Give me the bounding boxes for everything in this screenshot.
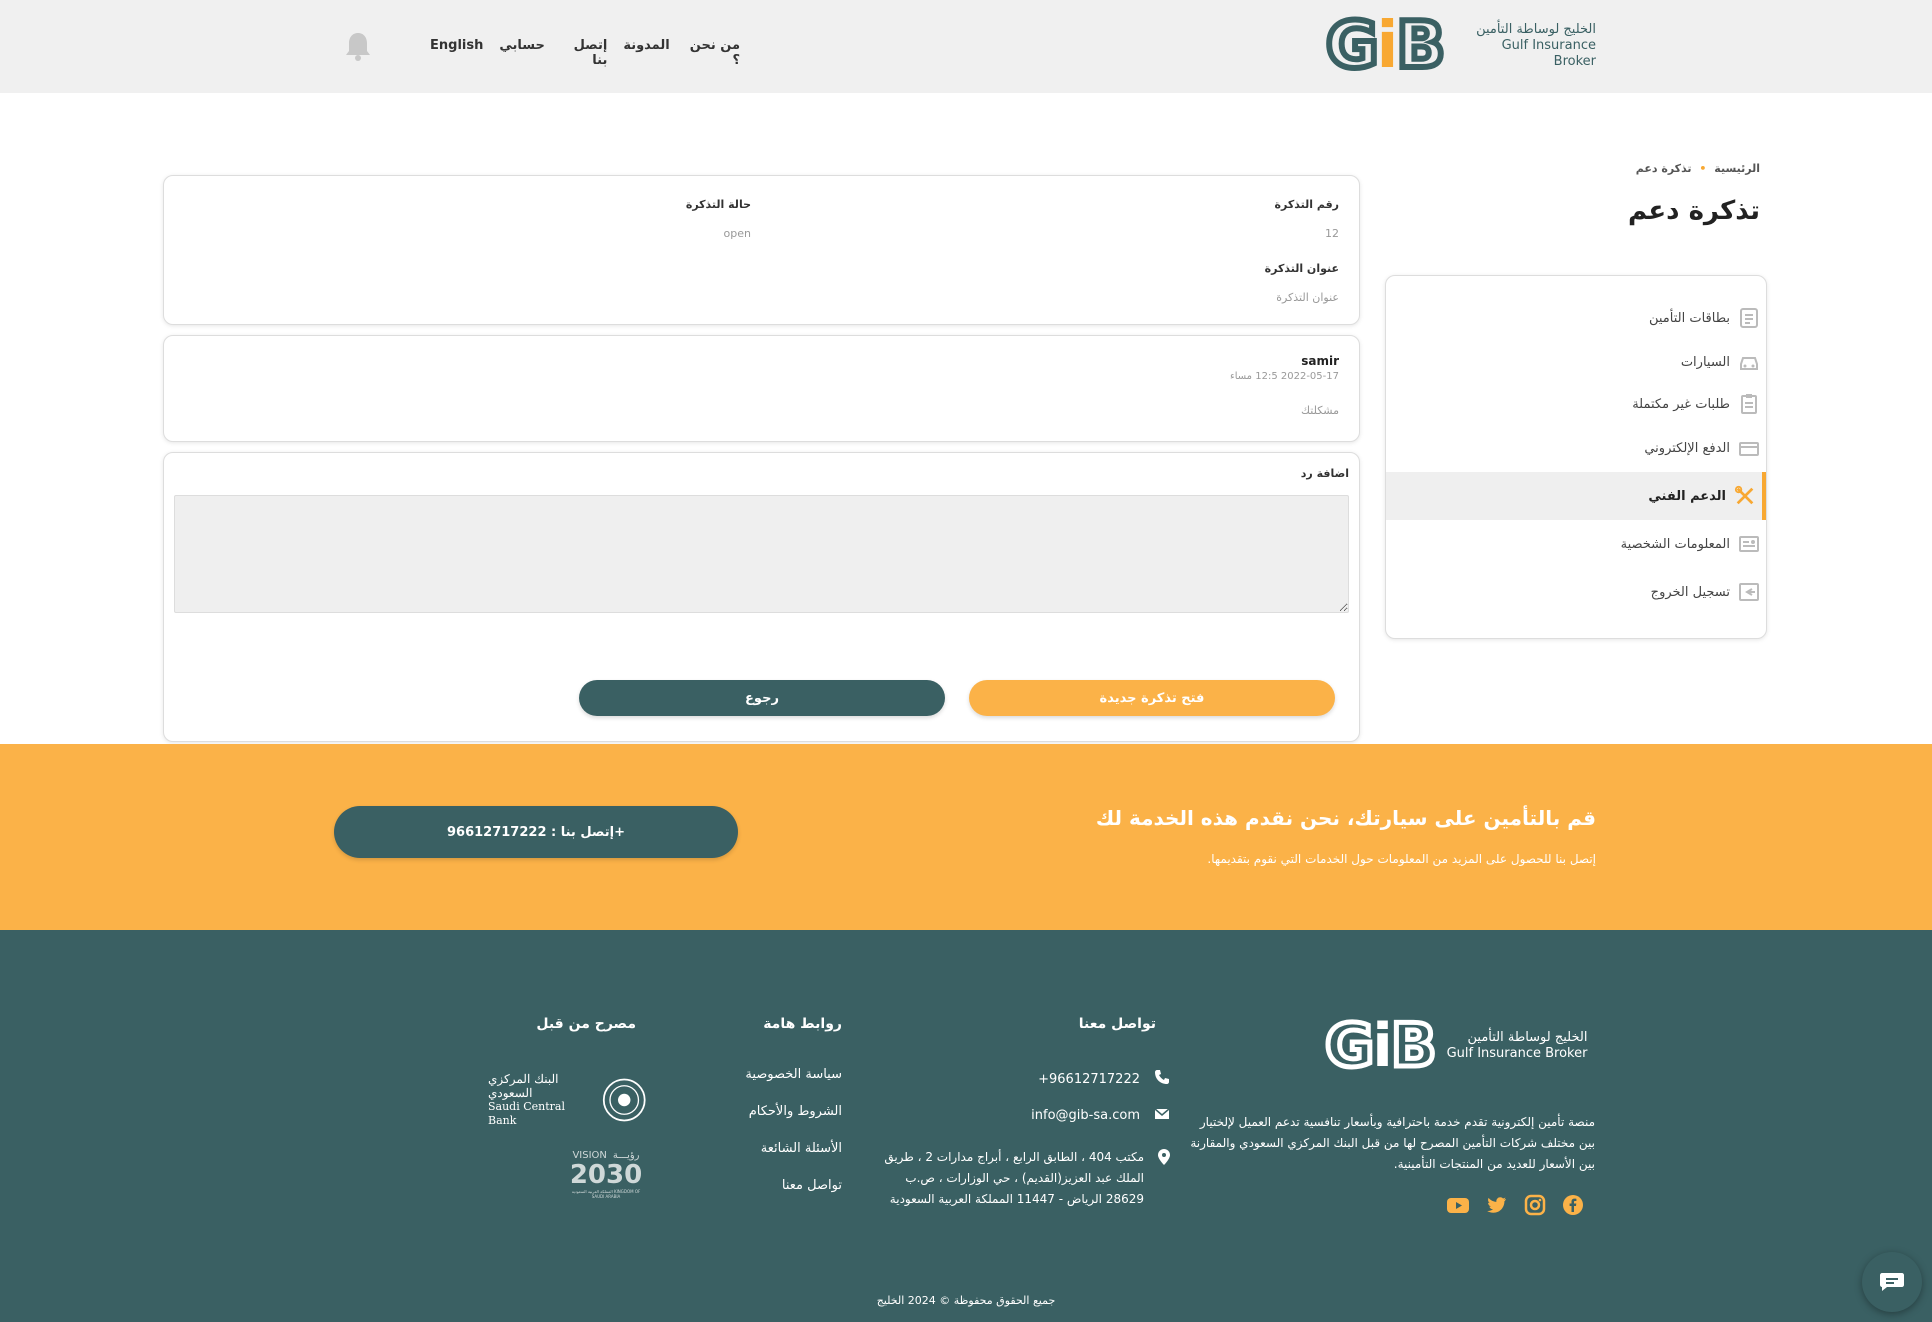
back-button[interactable]: رجوع xyxy=(579,680,945,716)
logo-mark: GiB xyxy=(1323,9,1448,83)
instagram-icon[interactable] xyxy=(1524,1194,1546,1218)
ticket-number-label: رقم التذكرة xyxy=(1274,198,1339,211)
sidebar-item-label: المعلومات الشخصية xyxy=(1620,536,1730,552)
open-new-ticket-button[interactable]: فتح تذكرة جديدة xyxy=(969,680,1335,716)
message-timestamp: 2022-05-17 12:5 مساء xyxy=(1230,371,1339,382)
ticket-info-card: رقم التذكرة 12 حالة التذكرة open عنوان ا… xyxy=(163,175,1360,325)
contact-email[interactable]: info@gib-sa.com xyxy=(880,1104,1170,1126)
nav-account[interactable]: حسابي xyxy=(499,38,545,68)
sama-emblem-icon xyxy=(602,1078,646,1122)
link-terms[interactable]: الشروط والأحكام xyxy=(700,1104,842,1119)
link-faq[interactable]: الأسئلة الشائعة xyxy=(700,1141,842,1156)
sidebar-item-technical-support[interactable]: الدعم الفني xyxy=(1386,472,1766,520)
sama-text: البنك المركزي السعودي Saudi Central Bank xyxy=(488,1072,594,1128)
tools-icon xyxy=(1734,485,1756,507)
sidebar-item-logout[interactable]: تسجيل الخروج xyxy=(1386,568,1766,616)
message-text: مشكلتك xyxy=(1300,404,1339,417)
sidebar-item-label: السيارات xyxy=(1680,354,1730,370)
sidebar-item-incomplete-requests[interactable]: طلبات غير مكتملة xyxy=(1386,380,1766,428)
nav-contact[interactable]: إتصل بنا xyxy=(561,38,608,68)
account-sidebar: بطاقات التأمين السيارات طلبات غير مكتملة… xyxy=(1385,275,1767,639)
contact-email-text: info@gib-sa.com xyxy=(1031,1107,1140,1123)
sama-name-en: Saudi Central Bank xyxy=(488,1100,565,1127)
car-icon xyxy=(1738,351,1760,373)
vision-2030-logo: VISION رؤيـــة 2030 المملكة العربية السع… xyxy=(566,1150,646,1206)
links-title: روابط هامة xyxy=(763,1016,842,1032)
breadcrumb-separator: • xyxy=(1699,162,1707,175)
licensed-title: مصرح من قبل xyxy=(536,1016,636,1032)
breadcrumb-home[interactable]: الرئيسية xyxy=(1714,162,1760,175)
brand-name-en: Gulf Insurance Broker xyxy=(1501,38,1596,69)
chat-widget-button[interactable] xyxy=(1862,1252,1922,1312)
nav-language[interactable]: English xyxy=(430,38,483,68)
cta-contact-button[interactable]: إتصل بنا : 96612717222+ xyxy=(334,806,738,858)
brand-logo[interactable]: GiB الخليج لوساطة التأمين Gulf Insurance… xyxy=(1323,9,1596,83)
ticket-status-label: حالة التذكرة xyxy=(685,198,751,211)
link-contact-us[interactable]: تواصل معنا xyxy=(700,1178,842,1193)
message-author: samir xyxy=(1301,354,1339,368)
main-nav: من نحن ؟ المدونة إتصل بنا حسابي English xyxy=(430,38,740,68)
vision-caption: المملكة العربية السعودية KINGDOM OF SAUD… xyxy=(571,1189,641,1199)
sidebar-item-insurance-cards[interactable]: بطاقات التأمين xyxy=(1386,294,1766,342)
reply-textarea[interactable] xyxy=(174,495,1349,613)
copyright: جميع الحقوق محفوظة © 2024 الخليج xyxy=(876,1294,1056,1307)
logo-text: الخليج لوساطة التأمين Gulf Insurance Bro… xyxy=(1455,22,1596,70)
brand-name-ar: الخليج لوساطة التأمين xyxy=(1476,22,1596,37)
card-icon xyxy=(1738,307,1760,329)
footer: GiB الخليج لوساطة التأمين Gulf Insurance… xyxy=(0,930,1932,1322)
vision-year: 2030 xyxy=(569,1160,643,1190)
sama-name-ar: البنك المركزي السعودي xyxy=(488,1072,559,1100)
footer-logo-text: الخليج لوساطة التأمين Gulf Insurance Bro… xyxy=(1447,1030,1588,1062)
phone-icon xyxy=(1154,1069,1170,1089)
sidebar-item-label: بطاقات التأمين xyxy=(1648,310,1730,326)
footer-about: منصة تأمين إلكترونية تقدم خدمة باحترافية… xyxy=(1190,1115,1595,1171)
contact-title: تواصل معنا xyxy=(1078,1016,1156,1032)
bell-icon[interactable] xyxy=(344,30,372,62)
payment-icon xyxy=(1738,437,1760,459)
cta-subtitle: إتصل بنا للحصول على المزيد من المعلومات … xyxy=(1207,852,1596,866)
sidebar-item-label: تسجيل الخروج xyxy=(1650,584,1730,600)
ticket-status-value: open xyxy=(723,227,751,240)
contact-address-text: مكتب 404 ، الطابق الرابع ، أبراج مدارات … xyxy=(884,1150,1144,1206)
breadcrumb-current: تذكرة دعم xyxy=(1635,162,1692,175)
page-title: تذكرة دعم xyxy=(1628,196,1760,226)
footer-brand-ar: الخليج لوساطة التأمين xyxy=(1467,1030,1588,1045)
link-privacy-policy[interactable]: سياسة الخصوصية xyxy=(700,1067,842,1082)
id-card-icon xyxy=(1738,533,1760,555)
reply-card: اضافة رد فتح تذكرة جديدة رجوع xyxy=(163,452,1360,742)
contact-phone[interactable]: +96612717222 xyxy=(880,1068,1170,1090)
cta-section: قم بالتأمين على سيارتك، نحن نقدم هذه الخ… xyxy=(0,744,1932,930)
header: GiB الخليج لوساطة التأمين Gulf Insurance… xyxy=(0,0,1932,93)
facebook-icon[interactable] xyxy=(1562,1194,1584,1218)
youtube-icon[interactable] xyxy=(1446,1194,1470,1218)
chat-icon xyxy=(1880,1273,1904,1291)
reply-label: اضافة رد xyxy=(1300,467,1349,480)
breadcrumb: الرئيسية • تذكرة دعم xyxy=(1560,162,1760,175)
sidebar-item-cars[interactable]: السيارات xyxy=(1386,338,1766,386)
nav-blog[interactable]: المدونة xyxy=(623,38,669,68)
footer-brand-en: Gulf Insurance Broker xyxy=(1446,1046,1588,1061)
twitter-icon[interactable] xyxy=(1486,1194,1508,1218)
sidebar-item-label: الدعم الفني xyxy=(1648,488,1726,504)
ticket-subject-label: عنوان التذكرة xyxy=(1264,262,1339,275)
ticket-number-value: 12 xyxy=(1325,227,1339,240)
sidebar-item-label: الدفع الإلكتروني xyxy=(1644,440,1730,456)
sidebar-item-label: طلبات غير مكتملة xyxy=(1632,396,1730,412)
sidebar-item-personal-info[interactable]: المعلومات الشخصية xyxy=(1386,520,1766,568)
sama-logo: البنك المركزي السعودي Saudi Central Bank xyxy=(488,1072,646,1128)
footer-logo-mark: GiB xyxy=(1322,1011,1439,1081)
location-pin-icon xyxy=(1158,1147,1170,1169)
logout-icon xyxy=(1738,581,1760,603)
email-icon xyxy=(1154,1106,1170,1125)
contact-address: مكتب 404 ، الطابق الرابع ، أبراج مدارات … xyxy=(868,1147,1170,1210)
message-card: samir 2022-05-17 12:5 مساء مشكلتك xyxy=(163,335,1360,442)
nav-about[interactable]: من نحن ؟ xyxy=(686,38,740,68)
ticket-subject-value: عنوان التذكرة xyxy=(1276,291,1339,304)
social-links xyxy=(1436,1194,1584,1218)
sidebar-item-online-payment[interactable]: الدفع الإلكتروني xyxy=(1386,424,1766,472)
contact-phone-text: +96612717222 xyxy=(1038,1071,1140,1087)
footer-logo[interactable]: GiB الخليج لوساطة التأمين Gulf Insurance… xyxy=(1322,1011,1605,1081)
clipboard-icon xyxy=(1738,393,1760,415)
cta-title: قم بالتأمين على سيارتك، نحن نقدم هذه الخ… xyxy=(1095,806,1596,830)
